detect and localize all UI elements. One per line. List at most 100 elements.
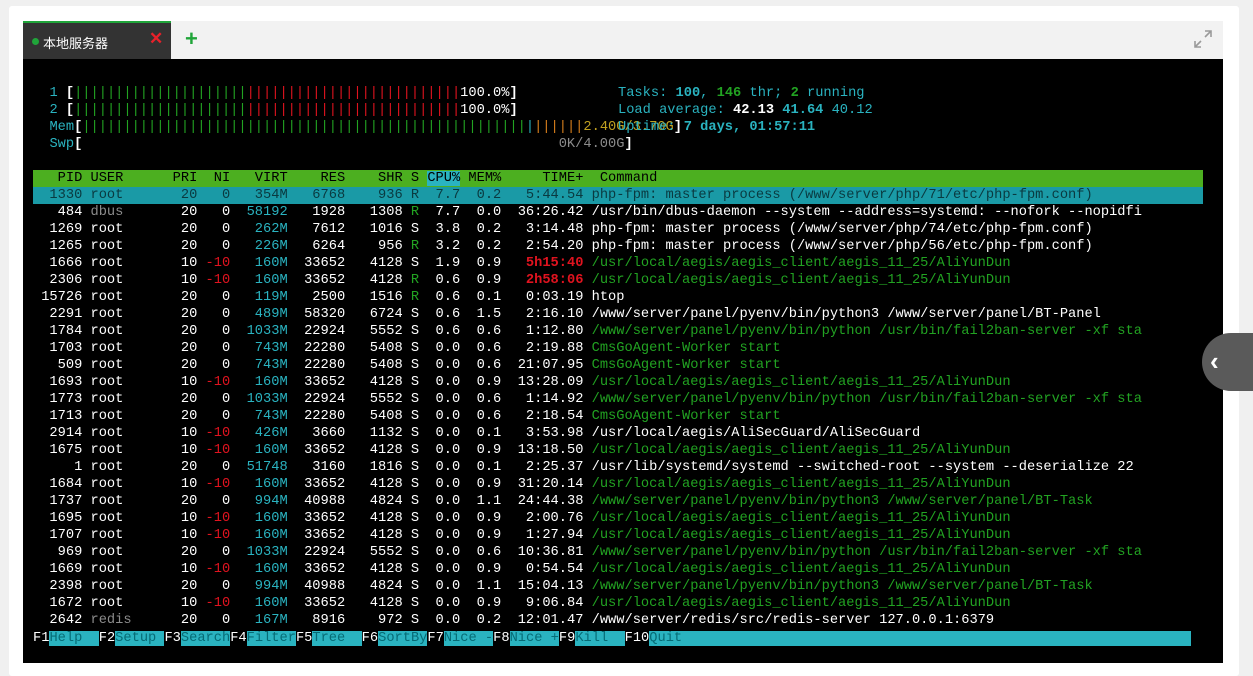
command-cell: htop [591,290,625,305]
fkey-f2[interactable]: F2Setup [99,631,165,646]
cpu-cell: 7.7 [427,188,469,203]
fkey-f1[interactable]: F1Help [33,631,99,646]
time-cell: 36:26.42 [509,205,592,220]
res-cell: 3160 [304,460,362,475]
pid-cell: 509 [33,358,91,373]
process-row[interactable]: 1695 root 10 -10 160M 33652 4128 S 0.0 0… [33,510,1010,527]
add-tab-icon[interactable]: + [185,26,198,52]
column-header-shr[interactable]: SHR [362,171,411,186]
nice-cell: 0 [205,358,247,373]
process-row[interactable]: 1707 root 10 -10 160M 33652 4128 S 0.0 0… [33,527,1011,544]
pid-cell: 1669 [33,562,91,577]
process-row[interactable]: 1330 root 20 0 354M 6768 936 R 7.7 0.2 5… [33,187,1203,204]
process-row[interactable]: 1773 root 20 0 1033M 22924 5552 S 0.0 0.… [33,391,1142,408]
process-row[interactable]: 1703 root 20 0 743M 22280 5408 S 0.0 0.6… [33,340,781,357]
fkey-f9[interactable]: F9Kill [559,631,625,646]
state-cell: R [410,273,428,288]
column-header-res[interactable]: RES [304,171,362,186]
mem-cell: 0.1 [468,460,510,475]
command-cell: /usr/local/aegis/aegis_client/aegis_11_2… [591,528,1011,543]
nice-cell: -10 [205,273,247,288]
fkey-f8[interactable]: F8Nice + [493,631,559,646]
process-row[interactable]: 969 root 20 0 1033M 22924 5552 S 0.0 0.6… [33,544,1142,561]
cpu-cell: 7.7 [427,205,469,220]
user-cell: root [90,443,165,458]
pid-cell: 1684 [33,477,91,492]
priority-cell: 20 [164,290,206,305]
process-row[interactable]: 2306 root 10 -10 160M 33652 4128 R 0.6 0… [33,272,1011,289]
process-row[interactable]: 2398 root 20 0 994M 40988 4824 S 0.0 1.1… [33,578,1092,595]
pid-cell: 2291 [33,307,91,322]
user-cell: root [90,375,165,390]
column-header-command[interactable]: Command [600,171,658,186]
process-table-header[interactable]: PID USER PRI NI VIRT RES SHR S CPU% MEM%… [33,170,1203,187]
command-cell: /usr/local/aegis/aegis_client/aegis_11_2… [591,375,1011,390]
process-row[interactable]: 484 dbus 20 0 58192 1928 1308 R 7.7 0.0 … [33,204,1142,221]
priority-cell: 10 [164,528,206,543]
shr-cell: 4128 [361,375,411,390]
process-row[interactable]: 2642 redis 20 0 167M 8916 972 S 0.0 0.2 … [33,612,994,629]
process-row[interactable]: 1737 root 20 0 994M 40988 4824 S 0.0 1.1… [33,493,1092,510]
fkey-f3[interactable]: F3Search [164,631,231,646]
process-row[interactable]: 1784 root 20 0 1033M 22924 5552 S 0.6 0.… [33,323,1142,340]
shr-cell: 4128 [361,273,411,288]
fkey-f10[interactable]: F10Quit [625,631,683,646]
process-row[interactable]: 1265 root 20 0 226M 6264 956 R 3.2 0.2 2… [33,238,1092,255]
cpu-cell: 0.0 [427,494,469,509]
cpu-cell: 0.0 [427,477,469,492]
process-row[interactable]: 15726 root 20 0 119M 2500 1516 R 0.6 0.1… [33,289,624,306]
fkey-key: F4 [230,631,247,646]
column-header-cpu[interactable]: CPU% [427,171,461,186]
column-header-user[interactable]: USER [91,171,165,186]
time-cell: 1:12.80 [509,324,592,339]
command-cell: CmsGoAgent-Worker start [591,341,781,356]
terminal-screen[interactable]: 1 [|||||||||||||||||||||||||||||||||||||… [23,59,1223,663]
column-header-virt[interactable]: VIRT [247,171,305,186]
process-row[interactable]: 1675 root 10 -10 160M 33652 4128 S 0.0 0… [33,442,1010,459]
pid-cell: 1695 [33,511,91,526]
process-row[interactable]: 1672 root 10 -10 160M 33652 4128 S 0.0 0… [33,595,1010,612]
column-header-ni[interactable]: NI [206,171,247,186]
mem-cell: 0.2 [468,613,510,628]
mem-cell: 0.6 [468,324,510,339]
column-header-pri[interactable]: PRI [164,171,205,186]
mem-cell: 0.9 [468,596,510,611]
state-cell: S [410,324,428,339]
process-row[interactable]: 1269 root 20 0 262M 7612 1016 S 3.8 0.2 … [33,221,1092,238]
collapse-panel-button[interactable]: ‹ [1202,333,1253,391]
time-cell: 1:27.94 [509,528,592,543]
fkey-key: F5 [295,631,313,646]
process-row[interactable]: 1 root 20 0 51748 3160 1816 S 0.0 0.1 2:… [33,459,1134,476]
user-cell: root [90,324,165,339]
process-row[interactable]: 1684 root 10 -10 160M 33652 4128 S 0.0 0… [33,476,1010,493]
fkey-f6[interactable]: F6SortBy [362,631,428,646]
virt-cell: 262M [246,222,305,237]
process-row[interactable]: 1713 root 20 0 743M 22280 5408 S 0.0 0.6… [33,408,780,425]
state-cell: S [410,222,428,237]
process-row[interactable]: 1693 root 10 -10 160M 33652 4128 S 0.0 0… [33,374,1011,391]
fullscreen-icon[interactable] [1193,29,1213,49]
process-row[interactable]: 2914 root 10 -10 426M 3660 1132 S 0.0 0.… [33,425,920,442]
state-cell: S [410,562,428,577]
fkey-f4[interactable]: F4Filter [230,631,296,646]
process-row[interactable]: 1669 root 10 -10 160M 33652 4128 S 0.0 0… [33,561,1010,578]
time-cell: 2:19.88 [509,341,592,356]
pid-cell: 969 [33,545,91,560]
command-cell: /www/server/panel/pyenv/bin/python /usr/… [591,324,1142,339]
column-header-pid[interactable]: PID [33,171,91,186]
command-cell: /usr/local/aegis/aegis_client/aegis_11_2… [591,273,1011,288]
virt-cell: 743M [246,409,305,424]
column-header-mem[interactable]: MEM% [460,171,509,186]
process-row[interactable]: 2291 root 20 0 489M 58320 6724 S 0.6 1.5… [33,306,1100,323]
pid-cell: 15726 [33,290,91,305]
column-header-time[interactable]: TIME+ [509,171,599,186]
fkey-f7[interactable]: F7Nice - [427,631,494,646]
process-row[interactable]: 1666 root 10 -10 160M 33652 4128 S 1.9 0… [33,255,1010,272]
tab-local-server[interactable]: 本地服务器 ✕ [23,21,171,59]
fkey-f5[interactable]: F5Tree [296,631,362,646]
mem-cell: 0.9 [468,273,510,288]
time-cell: 0:54.54 [509,562,592,577]
process-row[interactable]: 509 root 20 0 743M 22280 5408 S 0.0 0.6 … [33,357,781,374]
column-header-s[interactable]: S [411,171,427,186]
close-icon[interactable]: ✕ [149,29,163,49]
